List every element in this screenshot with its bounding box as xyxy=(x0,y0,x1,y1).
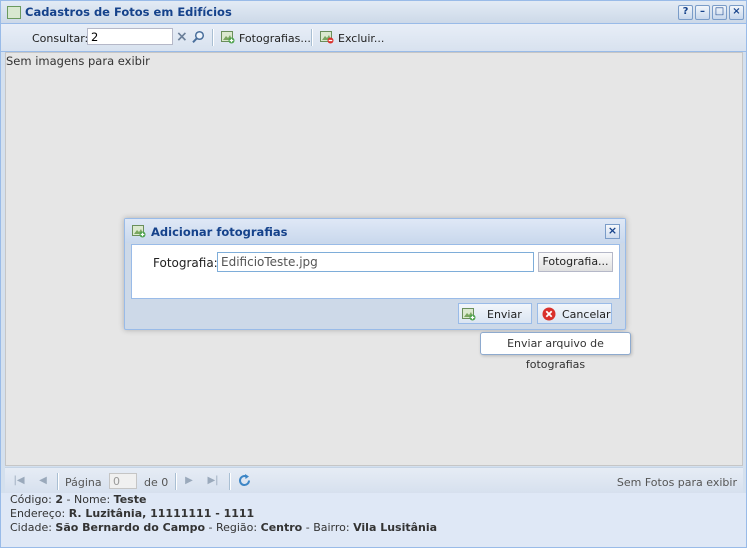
close-button[interactable]: × xyxy=(729,5,744,20)
paging-separator xyxy=(57,473,59,490)
dialog-titlebar[interactable]: Adicionar fotografias × xyxy=(125,219,625,243)
consult-label: Consultar: xyxy=(32,32,89,45)
send-button-label: Enviar xyxy=(487,308,522,321)
window-icon xyxy=(7,6,21,19)
info-line-code: Código: 2 - Nome: Teste xyxy=(10,493,146,506)
add-photo-icon xyxy=(462,308,476,321)
minimize-button[interactable]: – xyxy=(695,5,710,20)
paging-status: Sem Fotos para exibir xyxy=(616,476,737,489)
district-value: Vila Lusitânia xyxy=(353,521,438,534)
page-input[interactable]: 0 xyxy=(109,473,137,489)
search-input[interactable]: 2 xyxy=(87,28,173,45)
window-title: Cadastros de Fotos em Edifícios xyxy=(25,5,232,19)
photo-field-label: Fotografia: xyxy=(153,256,218,270)
next-page-icon[interactable]: ▶ xyxy=(183,475,195,487)
city-value: São Bernardo do Campo xyxy=(55,521,206,534)
cancel-button-label: Cancelar xyxy=(562,308,611,321)
toolbar-separator xyxy=(311,29,313,46)
address-value: R. Luzitânia, 11111111 - 1111 xyxy=(68,507,255,520)
cancel-icon xyxy=(542,307,556,321)
window-titlebar[interactable]: Cadastros de Fotos em Edifícios ? – □ × xyxy=(1,1,746,24)
info-line-city: Cidade: São Bernardo do Campo - Região: … xyxy=(10,521,437,534)
prev-page-icon[interactable]: ◀ xyxy=(37,475,49,487)
paging-toolbar: |◀ ◀ Página 0 de 0 ▶ ▶| Sem Fotos para e… xyxy=(5,467,743,494)
toolbar-separator xyxy=(212,29,214,46)
refresh-icon[interactable] xyxy=(237,473,252,488)
photo-file-input[interactable]: EdificioTeste.jpg xyxy=(217,252,534,272)
dialog-title: Adicionar fotografias xyxy=(151,225,288,239)
name-value: Teste xyxy=(113,493,147,506)
code-label: Código: xyxy=(10,493,52,506)
region-value: Centro xyxy=(260,521,303,534)
address-label: Endereço: xyxy=(10,507,66,520)
search-icon[interactable] xyxy=(191,30,205,44)
first-page-icon[interactable]: |◀ xyxy=(13,475,25,487)
page-label: Página xyxy=(65,476,102,489)
dialog-close-button[interactable]: × xyxy=(605,224,620,239)
clear-icon[interactable]: × xyxy=(176,29,188,45)
toolbar: Consultar: 2 × Fotografias... Excluir... xyxy=(1,24,746,52)
paging-separator xyxy=(175,473,177,490)
delete-button[interactable]: Excluir... xyxy=(338,32,384,45)
send-tooltip: Enviar arquivo de fotografias xyxy=(480,332,631,371)
photos-button[interactable]: Fotografias... xyxy=(239,32,311,45)
maximize-button[interactable]: □ xyxy=(712,5,727,20)
add-photos-dialog: Adicionar fotografias × Fotografia: Edif… xyxy=(124,218,626,330)
add-photo-icon xyxy=(132,225,146,238)
help-button[interactable]: ? xyxy=(678,5,693,20)
code-value: 2 xyxy=(55,493,64,506)
district-label: - Bairro: xyxy=(305,521,350,534)
city-label: Cidade: xyxy=(10,521,52,534)
building-info: Código: 2 - Nome: Teste Endereço: R. Luz… xyxy=(1,493,746,547)
delete-photo-icon[interactable] xyxy=(320,30,334,44)
empty-message: Sem imagens para exibir xyxy=(6,54,150,68)
dialog-form: Fotografia: EdificioTeste.jpg Fotografia… xyxy=(131,244,620,299)
add-photo-icon[interactable] xyxy=(221,30,235,44)
name-label: - Nome: xyxy=(66,493,111,506)
info-line-address: Endereço: R. Luzitânia, 11111111 - 1111 xyxy=(10,507,254,520)
paging-separator xyxy=(229,473,231,490)
send-button[interactable]: Enviar xyxy=(458,303,532,324)
region-label: - Região: xyxy=(208,521,258,534)
page-count: de 0 xyxy=(144,476,169,489)
browse-photo-button[interactable]: Fotografia... xyxy=(538,252,613,272)
last-page-icon[interactable]: ▶| xyxy=(207,475,219,487)
cancel-button[interactable]: Cancelar xyxy=(537,303,612,324)
